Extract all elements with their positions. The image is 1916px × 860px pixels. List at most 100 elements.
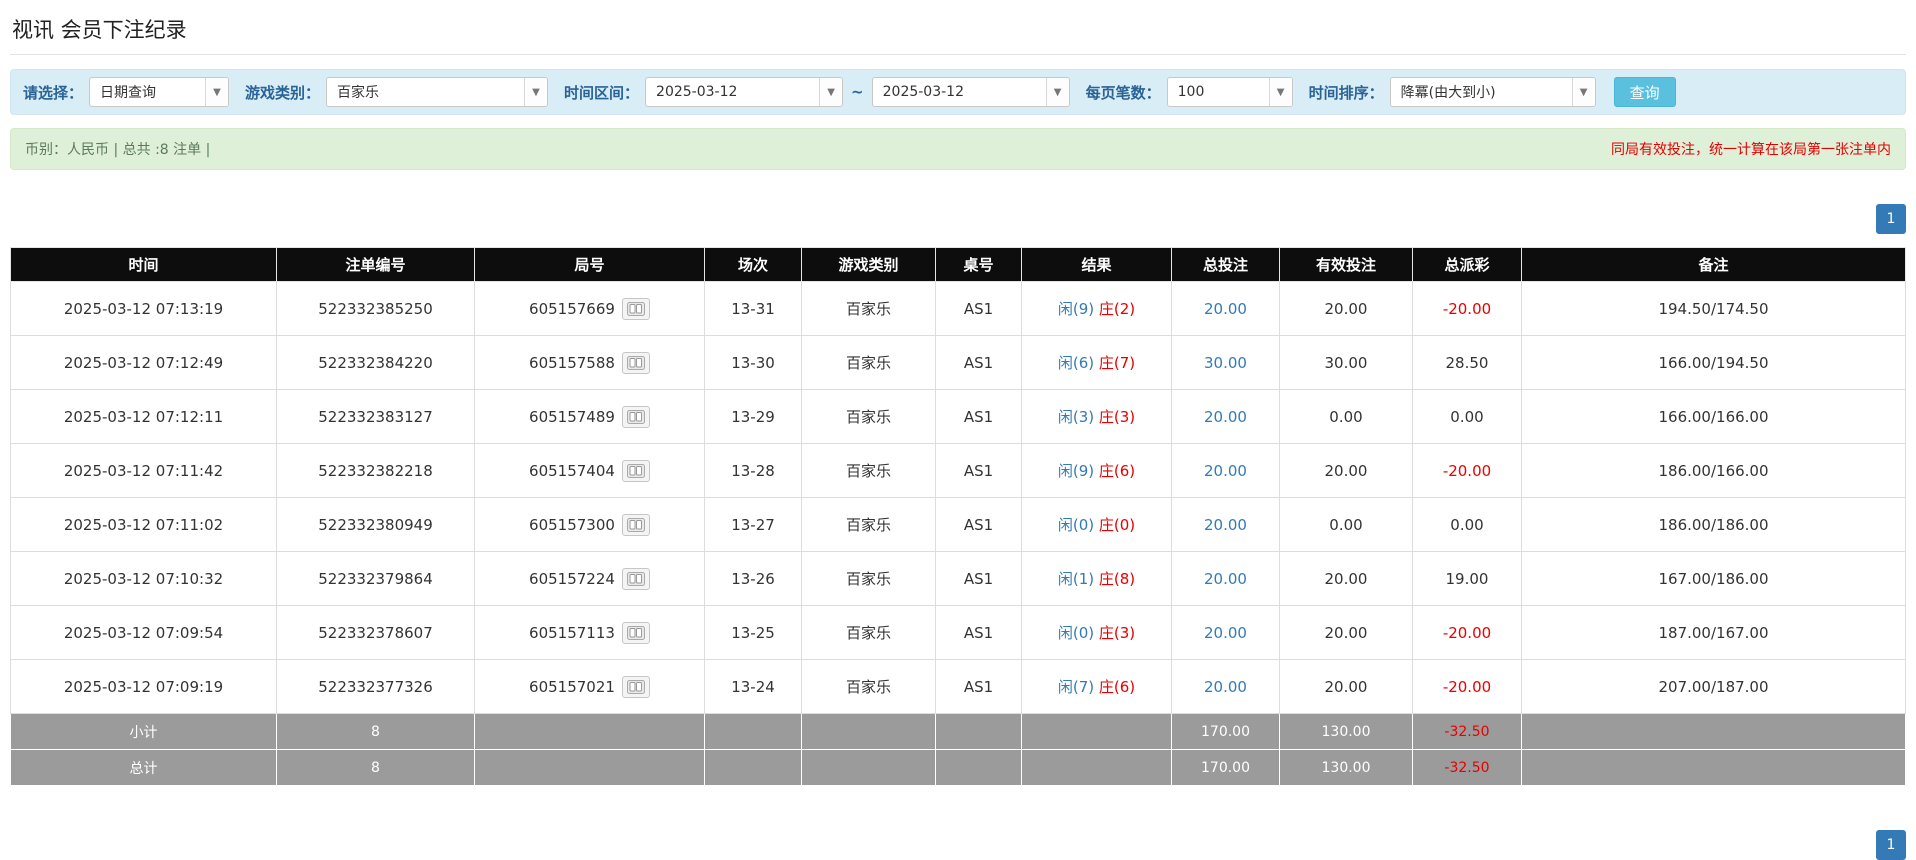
table-no-cell: AS1 [935,335,1022,390]
table-no-cell: AS1 [935,389,1022,444]
total-label: 总计 [10,749,277,786]
header-bet-id: 注单编号 [276,247,475,282]
note-cell: 166.00/166.00 [1521,389,1906,444]
total-bet-link[interactable]: 20.00 [1204,678,1247,696]
view-cards-icon[interactable] [621,675,650,698]
empty-cell [704,749,802,786]
total-bet-link[interactable]: 20.00 [1204,570,1247,588]
total-bet-cell: 20.00 [1171,551,1280,606]
session-cell: 13-25 [704,605,802,660]
view-cards-icon[interactable] [621,621,650,644]
valid-bet-warning-text: 同局有效投注，统一计算在该局第一张注单内 [1611,142,1891,158]
header-note: 备注 [1521,247,1906,282]
chevron-down-icon[interactable]: ▼ [1571,78,1595,106]
round-number: 605157669 [529,299,615,318]
title-divider [10,54,1906,55]
result-banker: 庄(2) [1098,300,1136,318]
view-cards-icon[interactable] [621,567,650,590]
view-cards-icon[interactable] [621,351,650,374]
table-row: 2025-03-12 07:13:19 522332385250 6051576… [10,281,1906,336]
page-size-label: 每页笔数： [1085,83,1161,102]
chevron-down-icon[interactable]: ▼ [205,78,229,106]
game-type-label: 游戏类别： [245,83,321,102]
result-player: 闲(7) [1057,678,1095,696]
query-type-value: 日期查询 [100,85,157,101]
bet-id-cell: 522332379864 [276,551,475,606]
chevron-down-icon[interactable]: ▼ [819,78,843,106]
valid-bet-cell: 0.00 [1279,497,1413,552]
session-cell: 13-24 [704,659,802,714]
table-no-cell: AS1 [935,659,1022,714]
empty-cell [801,749,936,786]
session-cell: 13-26 [704,551,802,606]
summary-bar: 币别：人民币 | 总共 :8 注单 | 同局有效投注，统一计算在该局第一张注单内 [10,128,1906,170]
page-size-select[interactable]: 100 ▼ [1166,77,1293,107]
valid-bet-cell: 30.00 [1279,335,1413,390]
round-number: 605157489 [529,407,615,426]
payout-cell: 0.00 [1412,497,1522,552]
chevron-down-icon[interactable]: ▼ [524,78,548,106]
session-cell: 13-28 [704,443,802,498]
valid-bet-cell: 20.00 [1279,281,1413,336]
table-no-cell: AS1 [935,281,1022,336]
header-valid-bet: 有效投注 [1279,247,1413,282]
date-from-value: 2025-03-12 [656,84,738,100]
round-cell: 605157300 [474,497,705,552]
search-button[interactable]: 查询 [1613,77,1676,107]
total-bet-link[interactable]: 30.00 [1204,354,1247,372]
view-cards-icon[interactable] [621,297,650,320]
result-player: 闲(9) [1057,300,1095,318]
view-cards-icon[interactable] [621,459,650,482]
empty-cell [1021,713,1172,750]
view-cards-icon[interactable] [621,405,650,428]
valid-bet-cell: 20.00 [1279,605,1413,660]
result-player: 闲(0) [1057,516,1095,534]
header-game-type: 游戏类别 [801,247,936,282]
total-bet-link[interactable]: 20.00 [1204,462,1247,480]
result-banker: 庄(6) [1098,678,1136,696]
table-row: 2025-03-12 07:09:19 522332377326 6051570… [10,659,1906,714]
payout-cell: -20.00 [1412,443,1522,498]
game-type-select[interactable]: 百家乐 ▼ [326,77,549,107]
result-banker: 庄(6) [1098,462,1136,480]
table-row: 2025-03-12 07:10:32 522332379864 6051572… [10,551,1906,606]
round-cell: 605157021 [474,659,705,714]
total-bet-link[interactable]: 20.00 [1204,624,1247,642]
session-cell: 13-27 [704,497,802,552]
time-cell: 2025-03-12 07:12:49 [10,335,277,390]
note-cell: 166.00/194.50 [1521,335,1906,390]
time-cell: 2025-03-12 07:11:02 [10,497,277,552]
date-to-select[interactable]: 2025-03-12 ▼ [871,77,1070,107]
empty-cell [1521,749,1906,786]
total-bet-cell: 30.00 [1171,335,1280,390]
total-bet-link[interactable]: 20.00 [1204,300,1247,318]
total-payout: -32.50 [1412,749,1522,786]
date-from-select[interactable]: 2025-03-12 ▼ [645,77,844,107]
page-title: 视讯 会员下注纪录 [12,18,187,42]
query-type-select[interactable]: 日期查询 ▼ [89,77,230,107]
result-player: 闲(3) [1057,408,1095,426]
chevron-down-icon[interactable]: ▼ [1045,78,1069,106]
payout-cell: 28.50 [1412,335,1522,390]
result-player: 闲(1) [1057,570,1095,588]
page-button-1[interactable]: 1 [1876,830,1906,860]
total-bet-cell: 20.00 [1171,281,1280,336]
time-sort-label: 时间排序： [1308,83,1384,102]
page-button-1[interactable]: 1 [1876,204,1906,234]
view-cards-icon[interactable] [621,513,650,536]
game-type-value: 百家乐 [337,85,380,101]
total-bet-link[interactable]: 20.00 [1204,408,1247,426]
total-bet-link[interactable]: 20.00 [1204,516,1247,534]
payout-cell: 0.00 [1412,389,1522,444]
round-number: 605157300 [529,515,615,534]
total-valid-bet: 130.00 [1279,749,1413,786]
time-sort-select[interactable]: 降冪(由大到小) ▼ [1389,77,1596,107]
query-type-label: 请选择： [23,83,84,102]
chevron-down-icon[interactable]: ▼ [1268,78,1292,106]
result-player: 闲(6) [1057,354,1095,372]
payout-cell: -20.00 [1412,659,1522,714]
time-cell: 2025-03-12 07:10:32 [10,551,277,606]
header-result: 结果 [1021,247,1172,282]
game-type-cell: 百家乐 [801,281,936,336]
payout-cell: -20.00 [1412,605,1522,660]
